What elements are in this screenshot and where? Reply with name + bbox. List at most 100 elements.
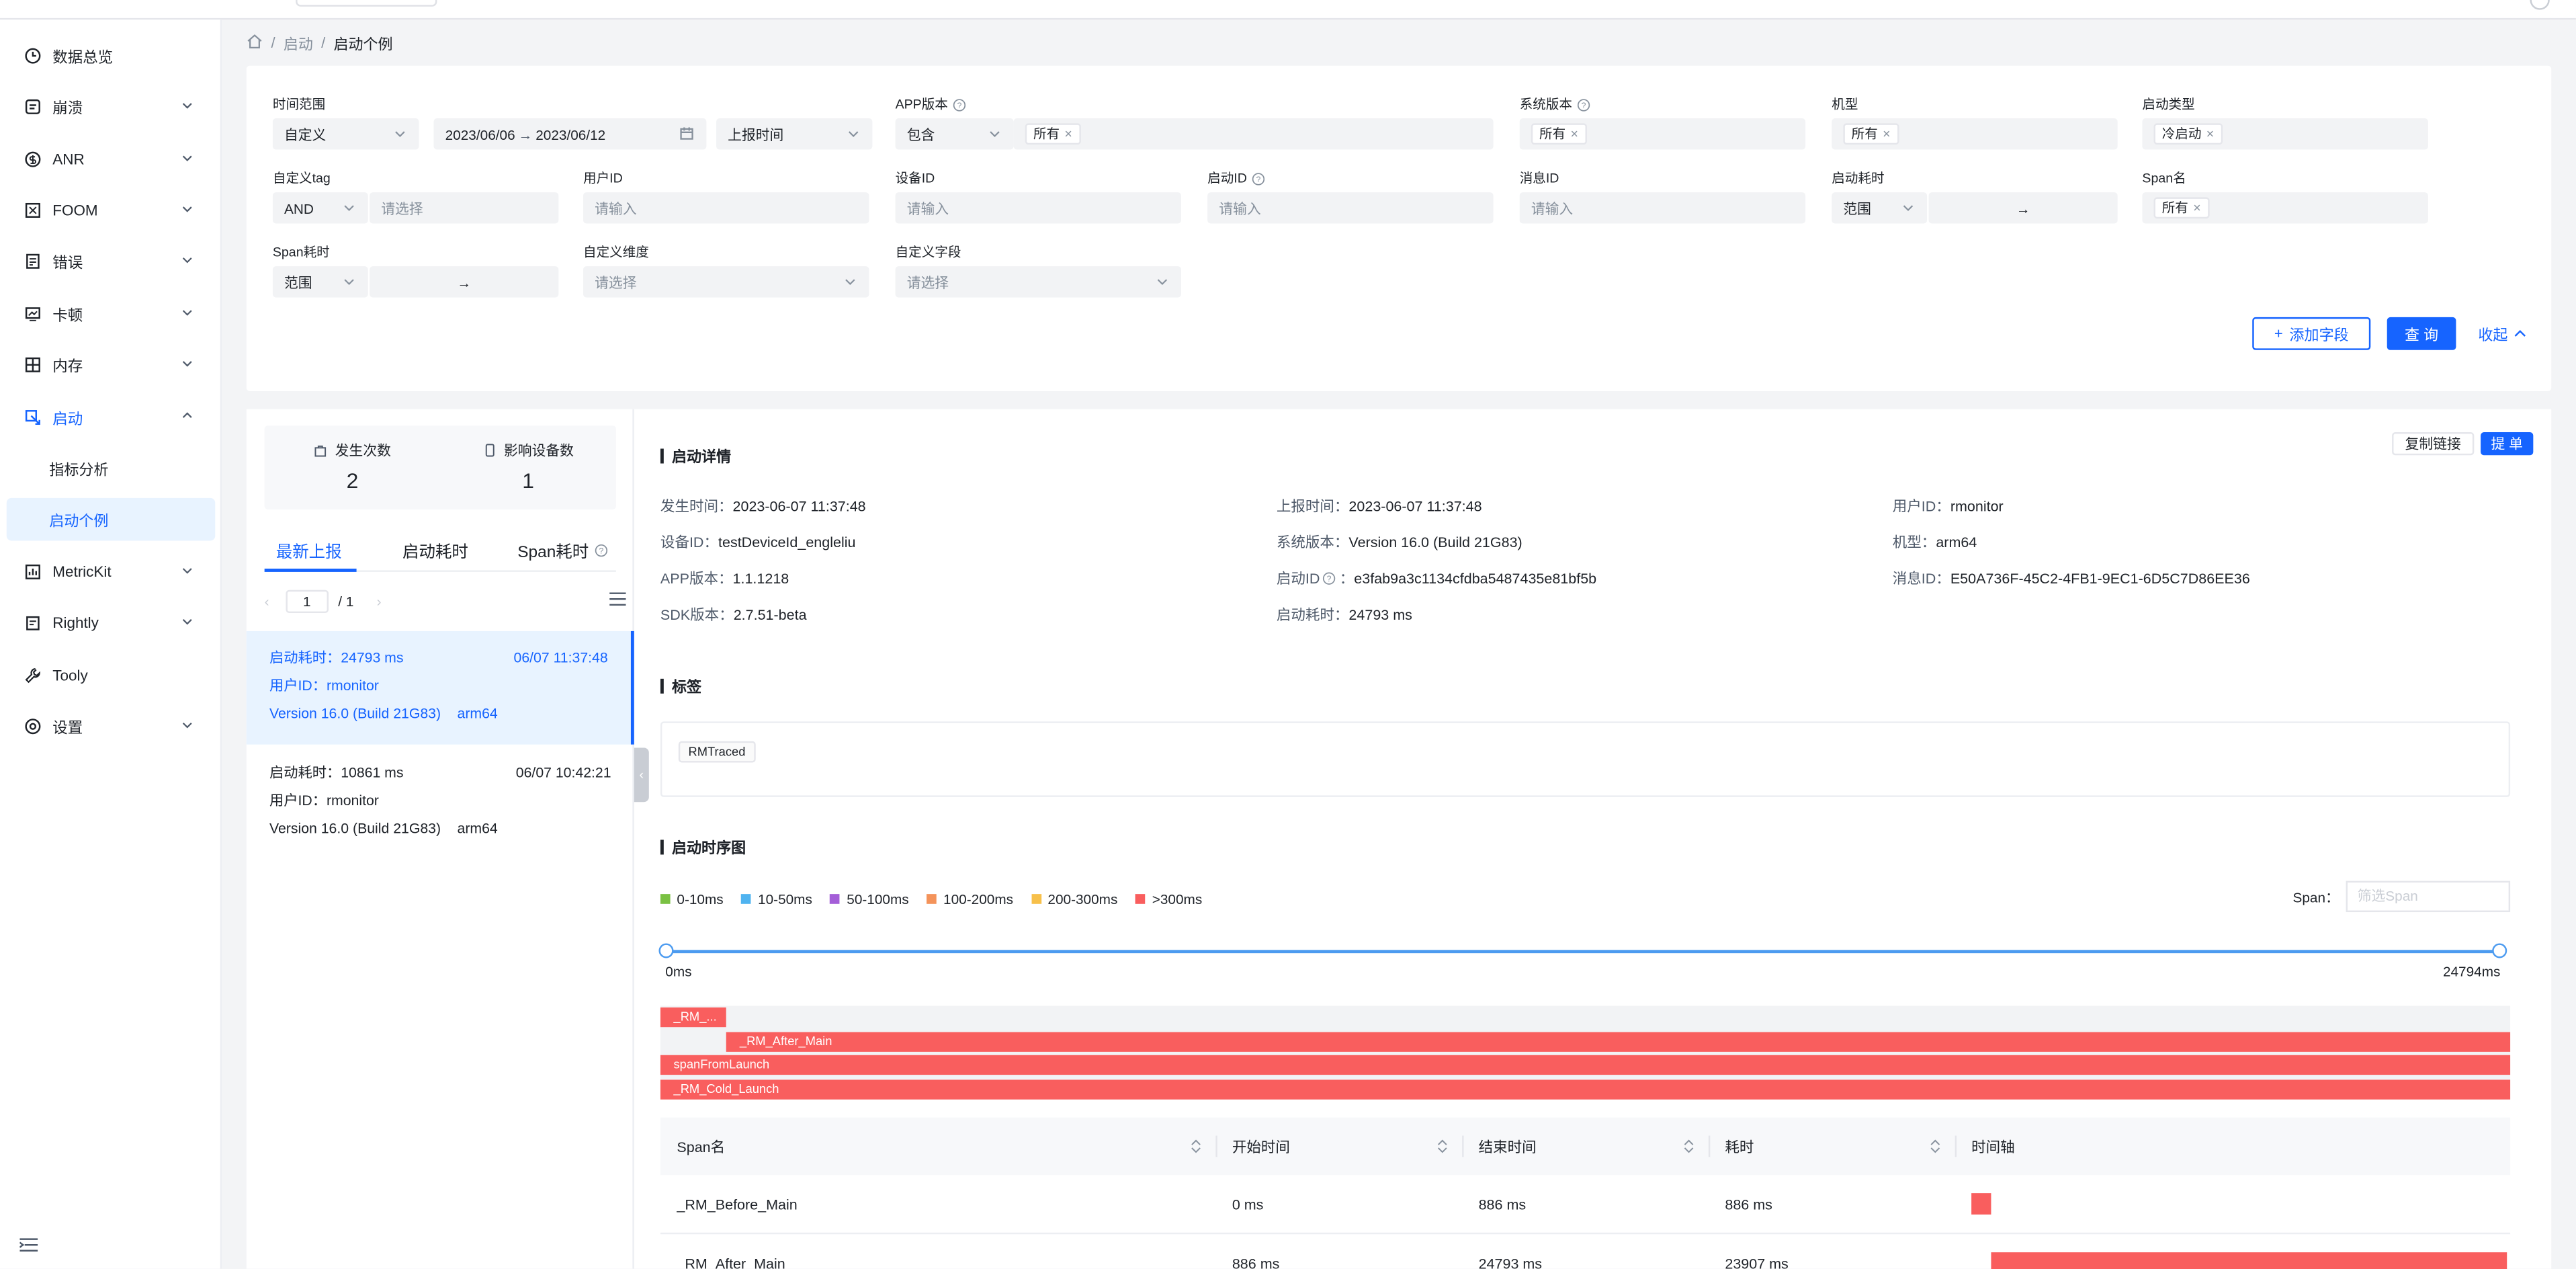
home-icon[interactable] <box>247 33 263 52</box>
query-button[interactable]: 查 询 <box>2387 317 2456 350</box>
slider-start-handle[interactable] <box>658 943 674 958</box>
chevron-down-icon <box>182 103 192 109</box>
sys-version-field: 系统版本：Version 16.0 (Build 21G83) <box>1276 534 1522 551</box>
page-input[interactable]: 1 <box>286 589 329 614</box>
sidebar-item-metrickit[interactable]: MetricKit <box>0 550 222 593</box>
tag-chip: 所有 × <box>1843 123 1899 145</box>
legend-item[interactable]: 100-200ms <box>927 891 1013 907</box>
sidebar-item-settings[interactable]: 设置 <box>0 705 222 748</box>
memory-box-icon <box>25 202 41 218</box>
span-filter-input[interactable]: 筛选Span <box>2346 881 2511 913</box>
legend-item[interactable]: 0-10ms <box>660 891 724 907</box>
user-id-input[interactable]: 请输入 <box>583 192 869 224</box>
launch-type-select[interactable]: 冷启动 × <box>2142 118 2428 150</box>
custom-dim-select[interactable]: 请选择 <box>583 266 869 298</box>
sidebar-item-tooly[interactable]: Tooly <box>0 654 222 697</box>
date-start[interactable]: 2023/06/06 <box>445 126 515 142</box>
occur-time-field: 发生时间：2023-06-07 11:37:48 <box>660 497 866 515</box>
breadcrumb-launch[interactable]: 启动 <box>284 32 313 54</box>
table-row[interactable]: _RM_After_Main 886 ms 24793 ms 23907 ms <box>660 1234 2510 1269</box>
sidebar-item-overview[interactable]: 数据总览 <box>0 34 222 77</box>
col-cost[interactable]: 耗时 <box>1708 1118 1955 1176</box>
model-select[interactable]: 所有 × <box>1832 118 2118 150</box>
time-range-mode-select[interactable]: 自定义 <box>272 118 419 150</box>
span-name-select[interactable]: 所有 × <box>2142 192 2428 224</box>
sidebar-item-anr[interactable]: ANR <box>0 138 222 181</box>
gantt-bar[interactable]: spanFromLaunch <box>660 1055 2510 1075</box>
sort-icon <box>1684 1139 1694 1153</box>
legend-item[interactable]: 200-300ms <box>1031 891 1117 907</box>
copy-link-button[interactable]: 复制链接 <box>2392 432 2475 456</box>
legend-item[interactable]: 10-50ms <box>741 891 812 907</box>
device-id-input[interactable]: 请输入 <box>895 192 1182 224</box>
svg-text:?: ? <box>1256 174 1261 183</box>
gantt-bar[interactable]: _RM_Cold_Launch <box>660 1079 2510 1099</box>
chevron-down-icon <box>182 155 192 161</box>
gantt-bar[interactable]: _RM_... <box>660 1007 727 1028</box>
avatar[interactable] <box>2530 0 2550 10</box>
chevron-down-icon <box>182 206 192 212</box>
collapse-button[interactable]: 收起 <box>2469 317 2535 350</box>
menu-collapse-icon[interactable] <box>19 1237 38 1252</box>
list-menu-icon[interactable] <box>609 591 626 610</box>
sidebar-item-launch[interactable]: 启动 <box>0 396 222 439</box>
col-start[interactable]: 开始时间 <box>1215 1118 1462 1176</box>
col-span-name[interactable]: Span名 <box>660 1118 1215 1176</box>
table-row[interactable]: _RM_Before_Main 0 ms 886 ms 886 ms <box>660 1175 2511 1235</box>
legend-swatch <box>1031 894 1041 904</box>
custom-tag-select[interactable]: 请选择 <box>370 192 559 224</box>
msg-id-input[interactable]: 请输入 <box>1519 192 1806 224</box>
sidebar-item-crash[interactable]: 崩溃 <box>0 85 222 128</box>
submit-ticket-button[interactable]: 提 单 <box>2481 432 2534 456</box>
pane-collapse-handle[interactable]: ‹ <box>634 747 649 803</box>
next-page-icon[interactable]: › <box>377 593 382 610</box>
launch-id-input[interactable]: 请输入 <box>1207 192 1494 224</box>
custom-tag-op-select[interactable]: AND <box>272 192 368 224</box>
sidebar-sub-metric-analysis[interactable]: 指标分析 <box>7 447 216 490</box>
add-field-button[interactable]: + 添加字段 <box>2252 317 2371 350</box>
top-select[interactable] <box>296 0 437 7</box>
timeline-title: 启动时序图 <box>660 837 746 858</box>
sidebar-item-lag[interactable]: 卡顿 <box>0 292 222 335</box>
sidebar-item-memory[interactable]: 内存 <box>0 343 222 386</box>
sidebar-item-label: 启动 <box>52 411 83 427</box>
launch-cost-range-input[interactable]: → <box>1928 192 2118 224</box>
list-item[interactable]: 启动耗时：24793 ms 06/07 11:37:48 用户ID：rmonit… <box>246 630 634 745</box>
tab-launch-cost[interactable]: 启动耗时 <box>402 538 468 562</box>
sys-version-select[interactable]: 所有 × <box>1519 118 1806 150</box>
list-item[interactable]: 启动耗时：10861 ms 06/07 10:42:21 用户ID：rmonit… <box>247 746 634 860</box>
time-type-select[interactable]: 上报时间 <box>716 118 873 150</box>
col-end[interactable]: 结束时间 <box>1462 1118 1709 1176</box>
legend-swatch <box>660 894 671 904</box>
monitor-icon <box>25 306 41 322</box>
sidebar-item-error[interactable]: 错误 <box>0 240 222 283</box>
sidebar-item-foom[interactable]: FOOM <box>0 189 222 232</box>
sidebar-item-rightly[interactable]: Rightly <box>0 602 222 645</box>
legend-item[interactable]: 50-100ms <box>830 891 909 907</box>
gantt-bar[interactable]: _RM_After_Main <box>726 1031 2510 1051</box>
prev-page-icon[interactable]: ‹ <box>265 593 269 610</box>
date-end[interactable]: 2023/06/12 <box>535 126 605 142</box>
tab-span-cost[interactable]: Span耗时? <box>517 538 608 562</box>
launch-cost-op-select[interactable]: 范围 <box>1832 192 1928 224</box>
sidebar-sub-launch-cases[interactable]: 启动个例 <box>6 497 216 541</box>
cell-start: 0 ms <box>1232 1196 1264 1213</box>
legend-item[interactable]: >300ms <box>1135 891 1202 907</box>
span-cost-range-input[interactable]: → <box>370 266 559 298</box>
phone-icon <box>485 444 495 457</box>
brand-logo[interactable] <box>99 0 165 10</box>
sort-icon <box>1191 1139 1201 1153</box>
app-version-select[interactable]: 所有 × <box>1013 118 1494 150</box>
user-id-field: 用户ID：rmonitor <box>1892 497 2004 515</box>
app-version-op-select[interactable]: 包含 <box>895 118 1014 150</box>
range-slider[interactable] <box>658 943 2507 958</box>
date-range-picker[interactable]: 2023/06/06 → 2023/06/12 <box>433 118 707 150</box>
tab-latest[interactable]: 最新上报 <box>276 538 342 562</box>
legend-swatch <box>741 894 752 904</box>
slider-end-handle[interactable] <box>2492 943 2507 958</box>
occur-count: 2 <box>346 468 359 493</box>
custom-field-select[interactable]: 请选择 <box>895 266 1182 298</box>
span-cost-op-select[interactable]: 范围 <box>272 266 368 298</box>
breadcrumb: / 启动 / 启动个例 <box>247 31 393 54</box>
grid-icon <box>25 357 41 373</box>
